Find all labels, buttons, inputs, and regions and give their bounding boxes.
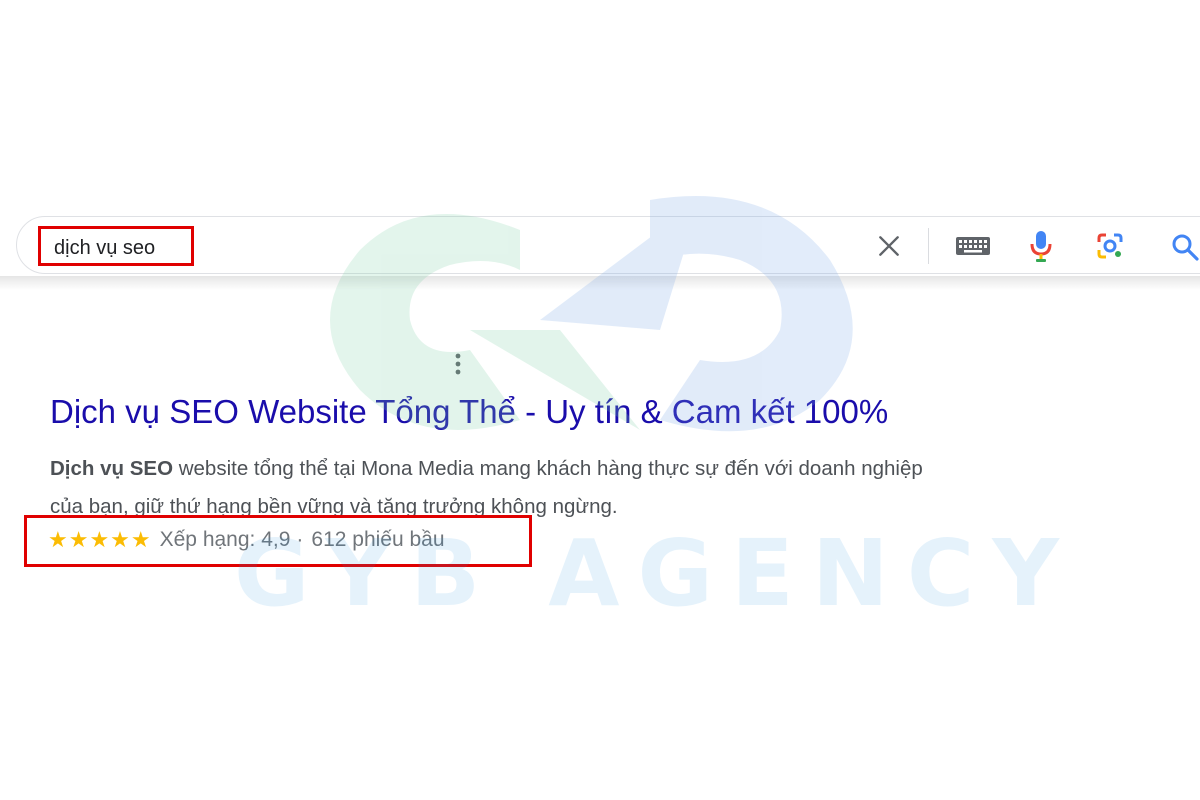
search-input-highlight[interactable]: dịch vụ seo (38, 226, 194, 266)
result-title-link[interactable]: Dịch vụ SEO Website Tổng Thể - Uy tín & … (50, 393, 888, 431)
rating-text: Xếp hạng: 4,9 (159, 528, 291, 551)
search-bar-shadow (0, 276, 1200, 290)
snippet-line1-text: website tổng thể tại Mona Media mang khá… (173, 457, 923, 480)
snippet-bold-keyword: Dịch vụ SEO (50, 457, 174, 480)
search-icon[interactable] (1170, 232, 1200, 262)
microphone-icon[interactable] (1029, 229, 1053, 263)
rating-separator: · (296, 528, 304, 551)
close-icon[interactable] (876, 233, 902, 259)
search-input[interactable]: dịch vụ seo (54, 237, 155, 260)
lens-camera-icon[interactable] (1096, 232, 1124, 260)
search-results-page: dịch vụ seo Dịch vụ SEO Website Tổng Thể… (0, 0, 1200, 800)
search-bar-divider (928, 228, 929, 264)
votes-text: 612 phiếu bầu (311, 528, 445, 551)
star-rating-icon: ★★★★★ (48, 527, 152, 552)
keyboard-icon[interactable] (955, 235, 991, 257)
rating-row: ★★★★★ Xếp hạng: 4,9 · 612 phiếu bầu (48, 526, 445, 554)
more-vert-icon[interactable] (450, 350, 466, 378)
